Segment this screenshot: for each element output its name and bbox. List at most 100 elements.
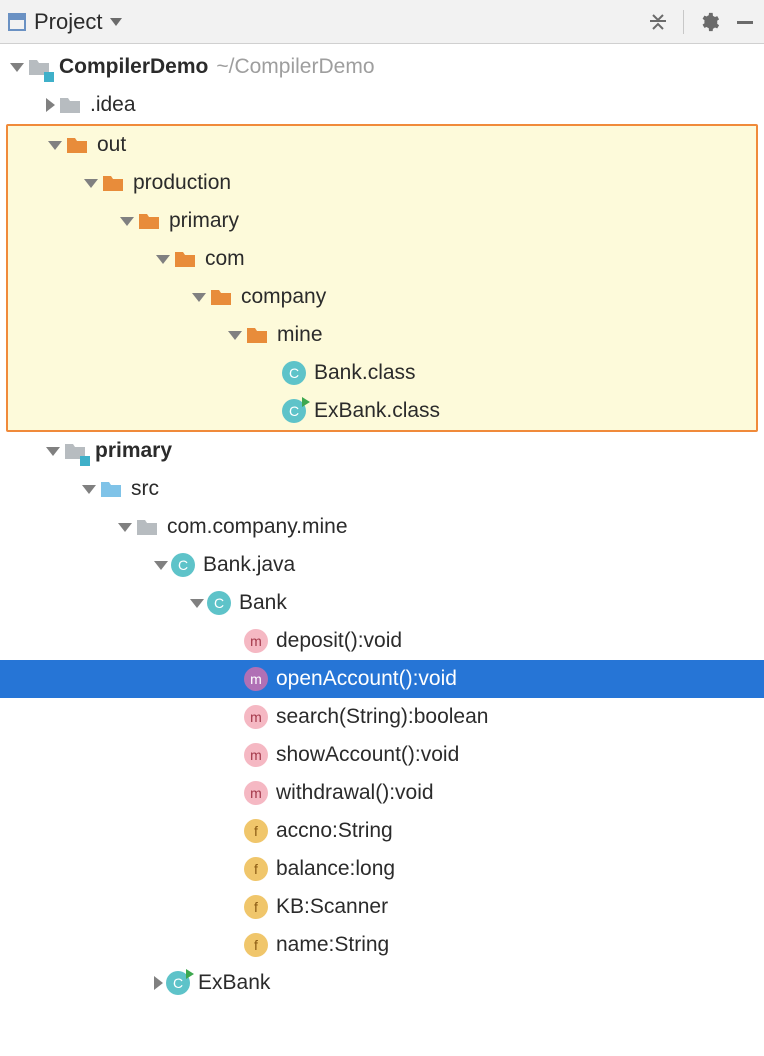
module-label: primary <box>95 439 172 463</box>
tree-item-field-balance[interactable]: f balance:long <box>0 850 764 888</box>
project-folder-icon <box>27 55 51 79</box>
view-dropdown-icon[interactable] <box>110 18 122 26</box>
tree-item-bank-class[interactable]: C Bank.class <box>8 354 756 392</box>
field-icon: f <box>244 819 268 843</box>
folder-label: company <box>241 285 326 309</box>
field-icon: f <box>244 857 268 881</box>
chevron-down-icon[interactable] <box>82 485 96 494</box>
chevron-down-icon[interactable] <box>84 179 98 188</box>
tree-item-field-name[interactable]: f name:String <box>0 926 764 964</box>
excluded-folder-icon <box>137 209 161 233</box>
class-label: Bank <box>239 591 287 615</box>
method-icon: m <box>244 743 268 767</box>
runnable-class-icon: C <box>166 971 190 995</box>
tree-item-field-kb[interactable]: f KB:Scanner <box>0 888 764 926</box>
project-tree: CompilerDemo ~/CompilerDemo .idea out pr… <box>0 44 764 1022</box>
file-label: ExBank.class <box>314 399 440 423</box>
method-label: showAccount():void <box>276 743 459 767</box>
excluded-folder-icon <box>245 323 269 347</box>
folder-icon <box>58 93 82 117</box>
tree-item-company[interactable]: company <box>8 278 756 316</box>
class-icon: C <box>207 591 231 615</box>
file-label: Bank.class <box>314 361 416 385</box>
chevron-right-icon[interactable] <box>46 98 55 112</box>
project-path: ~/CompilerDemo <box>216 55 374 79</box>
tree-item-exbank-class[interactable]: C ExBank.class <box>8 392 756 430</box>
chevron-down-icon[interactable] <box>46 447 60 456</box>
file-label: Bank.java <box>203 553 295 577</box>
tree-root-row[interactable]: CompilerDemo ~/CompilerDemo <box>0 48 764 86</box>
tree-item-method-deposit[interactable]: m deposit():void <box>0 622 764 660</box>
package-folder-icon <box>135 515 159 539</box>
method-icon: m <box>244 667 268 691</box>
chevron-down-icon[interactable] <box>48 141 62 150</box>
tree-item-method-openaccount[interactable]: m openAccount():void <box>0 660 764 698</box>
method-label: search(String):boolean <box>276 705 488 729</box>
class-icon: C <box>171 553 195 577</box>
chevron-right-icon[interactable] <box>154 976 163 990</box>
method-icon: m <box>244 629 268 653</box>
class-icon: C <box>282 361 306 385</box>
tree-item-package[interactable]: com.company.mine <box>0 508 764 546</box>
folder-label: production <box>133 171 231 195</box>
tree-item-out[interactable]: out <box>8 126 756 164</box>
highlighted-region: out production primary com <box>6 124 758 432</box>
folder-label: src <box>131 477 159 501</box>
tree-item-method-search[interactable]: m search(String):boolean <box>0 698 764 736</box>
panel-title[interactable]: Project <box>34 9 102 35</box>
source-folder-icon <box>99 477 123 501</box>
tree-item-out-primary[interactable]: primary <box>8 202 756 240</box>
field-label: KB:Scanner <box>276 895 388 919</box>
runnable-class-icon: C <box>282 399 306 423</box>
field-icon: f <box>244 933 268 957</box>
class-label: ExBank <box>198 971 270 995</box>
method-icon: m <box>244 705 268 729</box>
module-folder-icon <box>63 439 87 463</box>
tree-item-field-accno[interactable]: f accno:String <box>0 812 764 850</box>
chevron-down-icon[interactable] <box>190 599 204 608</box>
tree-item-bank-java[interactable]: C Bank.java <box>0 546 764 584</box>
field-icon: f <box>244 895 268 919</box>
tree-item-bank-classdef[interactable]: C Bank <box>0 584 764 622</box>
tree-item-production[interactable]: production <box>8 164 756 202</box>
chevron-down-icon[interactable] <box>154 561 168 570</box>
tree-item-src[interactable]: src <box>0 470 764 508</box>
gear-icon[interactable] <box>698 11 720 33</box>
chevron-down-icon[interactable] <box>118 523 132 532</box>
toolbar-divider <box>683 10 684 34</box>
chevron-down-icon[interactable] <box>192 293 206 302</box>
tree-item-method-showaccount[interactable]: m showAccount():void <box>0 736 764 774</box>
tree-item-mine[interactable]: mine <box>8 316 756 354</box>
folder-label: out <box>97 133 126 157</box>
excluded-folder-icon <box>101 171 125 195</box>
chevron-down-icon[interactable] <box>228 331 242 340</box>
chevron-down-icon[interactable] <box>120 217 134 226</box>
project-name: CompilerDemo <box>59 55 208 79</box>
field-label: name:String <box>276 933 389 957</box>
folder-label: com <box>205 247 245 271</box>
chevron-down-icon[interactable] <box>10 63 24 72</box>
method-label: deposit():void <box>276 629 402 653</box>
excluded-folder-icon <box>173 247 197 271</box>
panel-icon <box>8 13 26 31</box>
tree-item-com[interactable]: com <box>8 240 756 278</box>
tree-item-primary-module[interactable]: primary <box>0 432 764 470</box>
project-toolbar: Project <box>0 0 764 44</box>
package-label: com.company.mine <box>167 515 348 539</box>
folder-label: mine <box>277 323 323 347</box>
tree-item-exbank[interactable]: C ExBank <box>0 964 764 1002</box>
collapse-all-icon[interactable] <box>647 11 669 33</box>
tree-item-method-withdrawal[interactable]: m withdrawal():void <box>0 774 764 812</box>
chevron-down-icon[interactable] <box>156 255 170 264</box>
method-label: withdrawal():void <box>276 781 434 805</box>
folder-label: .idea <box>90 93 136 117</box>
method-label: openAccount():void <box>276 667 457 691</box>
tree-item-idea[interactable]: .idea <box>0 86 764 124</box>
excluded-folder-icon <box>65 133 89 157</box>
excluded-folder-icon <box>209 285 233 309</box>
field-label: accno:String <box>276 819 393 843</box>
folder-label: primary <box>169 209 239 233</box>
minimize-icon[interactable] <box>734 11 756 33</box>
method-icon: m <box>244 781 268 805</box>
field-label: balance:long <box>276 857 395 881</box>
